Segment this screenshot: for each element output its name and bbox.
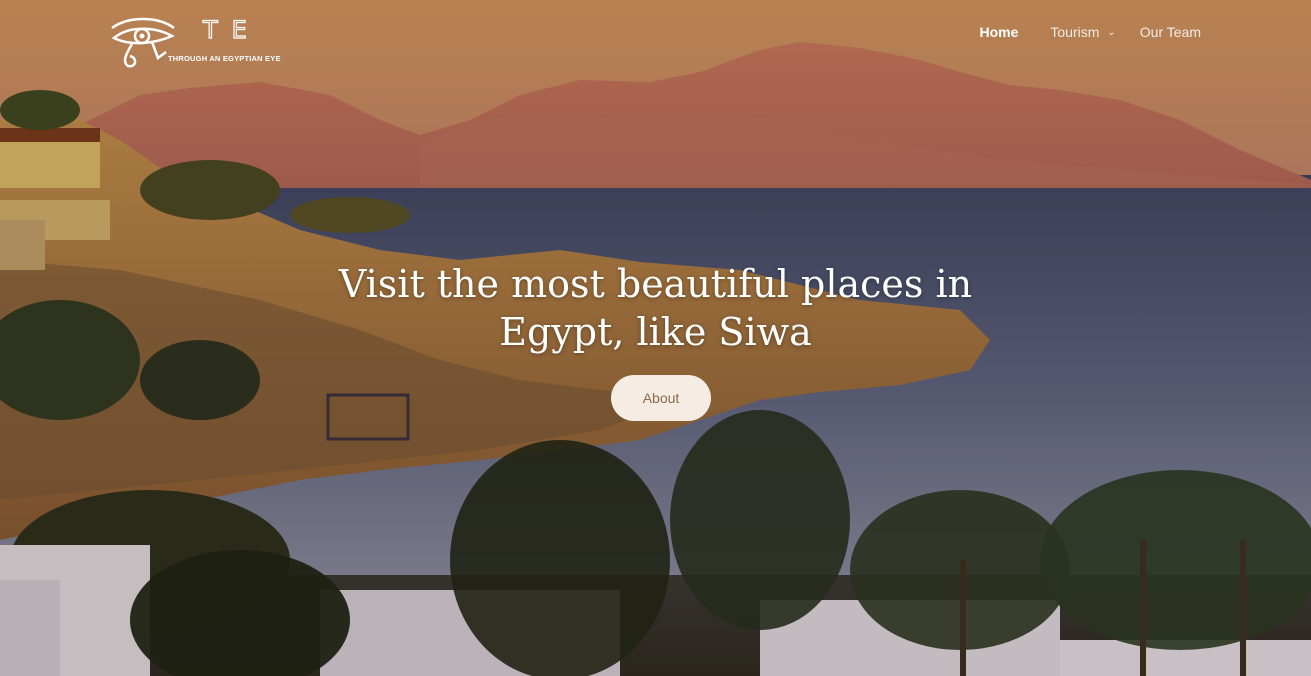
hero-headline-line-1: Visit the most beautiful places in bbox=[338, 262, 973, 306]
hero-headline: Visit the most beautiful places in Egypt… bbox=[0, 260, 1311, 356]
nav-our-team-link[interactable]: Our Team bbox=[1140, 24, 1201, 40]
navbar: TE THROUGH AN EGYPTIAN EYE Home Tourism … bbox=[0, 0, 1311, 68]
nav-home-link[interactable]: Home bbox=[979, 24, 1018, 40]
hero-headline-line-2: Egypt, like Siwa bbox=[499, 310, 812, 354]
site-logo[interactable]: TE THROUGH AN EGYPTIAN EYE bbox=[108, 14, 288, 70]
hero-section: TE THROUGH AN EGYPTIAN EYE Home Tourism … bbox=[0, 0, 1311, 676]
main-menu: Home Tourism ⌄ Our Team bbox=[979, 24, 1201, 40]
about-button[interactable]: About bbox=[611, 375, 711, 421]
chevron-down-icon: ⌄ bbox=[1107, 26, 1116, 38]
logo-letters: TE bbox=[202, 15, 261, 44]
nav-tourism-link[interactable]: Tourism ⌄ bbox=[1050, 24, 1115, 40]
nav-tourism-label: Tourism bbox=[1050, 24, 1100, 40]
logo-tagline: THROUGH AN EGYPTIAN EYE bbox=[168, 54, 281, 63]
